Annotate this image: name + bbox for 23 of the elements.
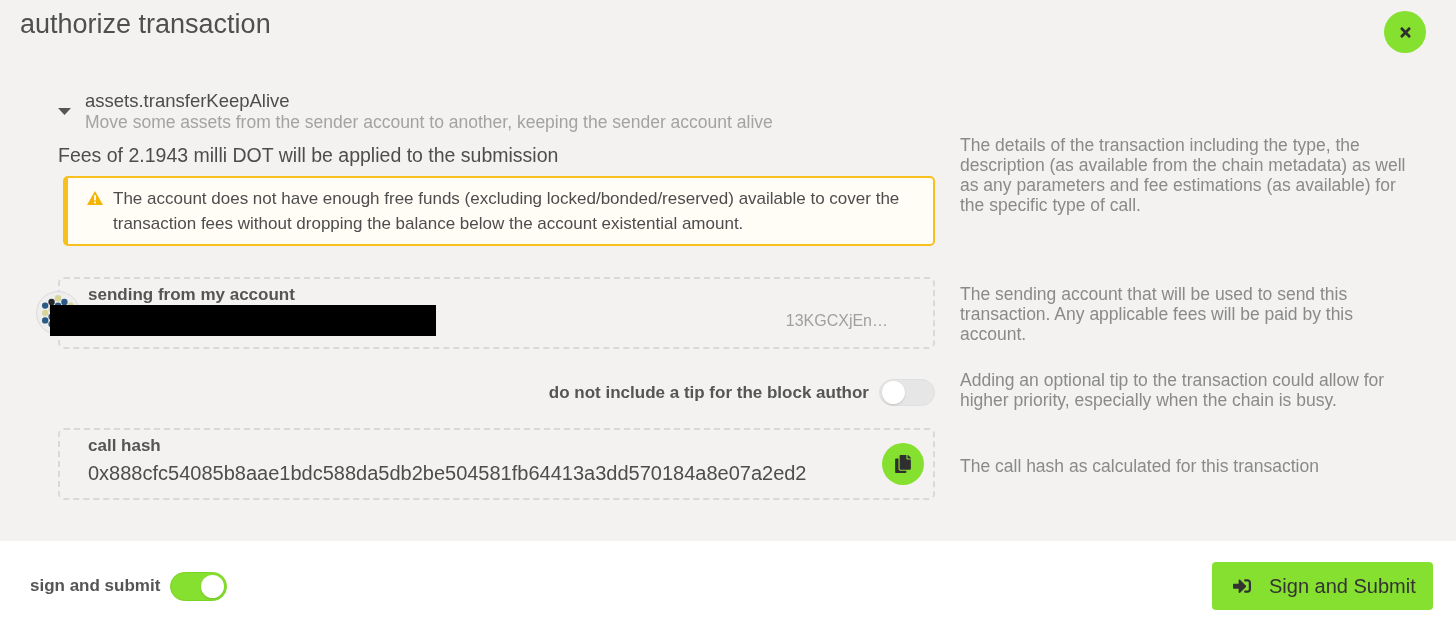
sign-and-submit-button[interactable]: Sign and Submit [1212,562,1433,610]
copy-icon [895,455,911,473]
call-hash-value: 0x888cfc54085b8aae1bdc588da5db2be504581fb64413a3dd570184a8e07a2ed2 [88,461,807,485]
close-button[interactable] [1384,11,1426,53]
tip-label: do not include a tip for the block author [548,381,869,404]
copy-button[interactable] [882,443,924,485]
sign-in-icon [1232,577,1252,595]
sign-toggle-label: sign and submit [30,575,161,598]
help-text: The sending account that will be used to send this transaction. Any applicable fees will be paid by this account. [960,284,1354,346]
toggle-switch[interactable] [170,571,228,601]
toggle-switch[interactable] [879,379,935,406]
help-text: The call hash as calculated for this transaction [960,456,1320,478]
call-name[interactable]: assets.transferKeepAlive [85,90,773,112]
call-description: Move some assets from the sender account to another, keeping the sender account alive [85,112,773,132]
call-hash-label: call hash [88,436,162,456]
help-text: The details of the transaction including the type, the description (as available from the chain metadata) as well as any parameters and fee estimations (as available) for the specific type of call. [960,135,1407,217]
warning-icon [87,191,103,205]
account-address: 13KGCXjEn… [785,310,888,331]
window-title: authorize transaction [20,8,271,40]
warning-text: The account does not have enough free funds (excluding locked/bonded/reserved) available to cover the transaction fees without dropping the balance below the account existential amount. [113,188,901,235]
account-label: sending from my account [87,284,296,305]
help-text: Adding an optional tip to the transaction could allow for higher priority, especially when the chain is busy. [960,370,1386,410]
fees-text: Fees of 2.1943 milli DOT will be applied to the submission [58,143,560,167]
